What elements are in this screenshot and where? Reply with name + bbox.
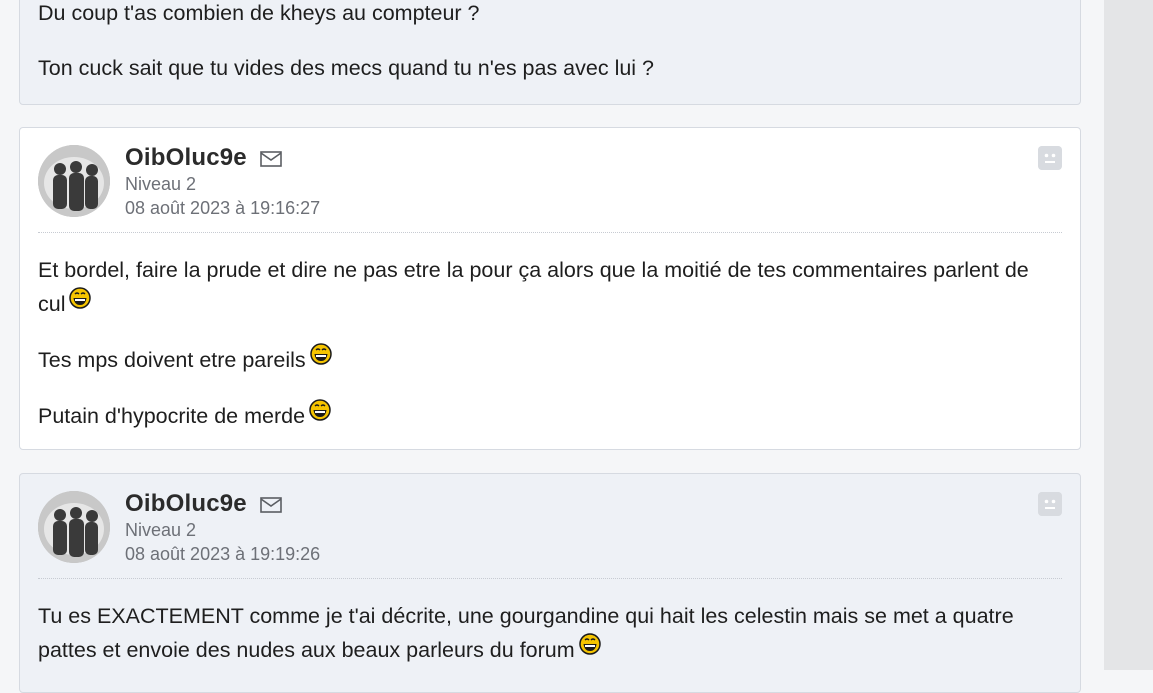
post-date[interactable]: 08 août 2023 à 19:16:27 [125,198,320,219]
post-header: OibOluc9e Niveau 2 08 août 2023 à 19:19:… [38,490,1062,580]
report-icon[interactable] [1038,146,1062,170]
forum-post: Du coup t'as combien de kheys au compteu… [19,0,1081,105]
avatar[interactable] [38,145,110,217]
post-header: OibOluc9e Niveau 2 08 août 2023 à 19:16:… [38,144,1062,234]
author-name[interactable]: OibOluc9e [125,490,247,518]
avatar-image [38,491,110,563]
author-name[interactable]: OibOluc9e [125,144,247,172]
avatar[interactable] [38,491,110,563]
mail-icon[interactable] [260,151,282,167]
post-body: Et bordel, faire la prude et dire ne pas… [38,254,1050,455]
laughing-smiley-icon [578,633,601,655]
post-paragraph: Du coup t'as combien de kheys au compteu… [38,1,480,25]
post-body: Tu es EXACTEMENT comme je t'ai décrite, … [38,600,1050,689]
report-icon[interactable] [1038,492,1062,516]
mail-icon[interactable] [260,497,282,513]
post-paragraph: Tes mps doivent etre pareils [38,343,1050,377]
post-paragraph: Tu es EXACTEMENT comme je t'ai décrite, … [38,600,1050,667]
page-scroll-gutter [1104,0,1153,670]
post-paragraph-text: Et bordel, faire la prude et dire ne pas… [38,258,1029,316]
laughing-smiley-icon [309,399,331,421]
post-paragraph-text: Putain d'hypocrite de merde [38,404,306,428]
post-divider [38,578,1062,579]
forum-post: OibOluc9e Niveau 2 08 août 2023 à 19:19:… [19,473,1081,693]
laughing-smiley-icon [309,343,332,365]
post-divider [38,232,1062,233]
forum-post: OibOluc9e Niveau 2 08 août 2023 à 19:16:… [19,127,1081,450]
post-paragraph-text: Tes mps doivent etre pareils [38,348,306,372]
post-paragraph: Et bordel, faire la prude et dire ne pas… [38,254,1050,321]
author-level: Niveau 2 [125,520,197,540]
post-paragraph: Putain d'hypocrite de merde [38,399,1050,433]
post-date[interactable]: 08 août 2023 à 19:19:26 [125,544,320,565]
laughing-smiley-icon [69,287,92,309]
author-level: Niveau 2 [125,174,197,194]
post-paragraph: Ton cuck sait que tu vides des mecs quan… [38,56,655,80]
avatar-image [38,145,110,217]
post-paragraph-text: Tu es EXACTEMENT comme je t'ai décrite, … [38,604,1014,662]
post-body: Du coup t'as combien de kheys au compteu… [38,0,1050,107]
